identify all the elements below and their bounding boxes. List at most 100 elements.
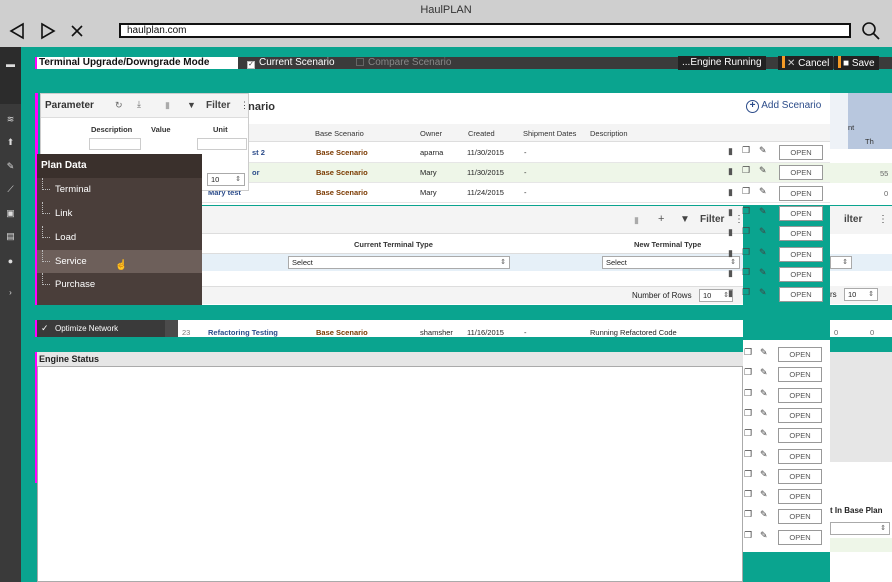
copy-icon[interactable]: ❐ bbox=[744, 347, 752, 358]
filter-button[interactable]: Filter bbox=[206, 100, 230, 111]
download-icon[interactable]: ⤓ bbox=[137, 99, 141, 110]
expand-icon[interactable]: › bbox=[4, 286, 17, 299]
trash-icon[interactable]: ▮ bbox=[728, 288, 733, 299]
edit-icon[interactable]: ✎ bbox=[759, 186, 767, 197]
open-button[interactable]: OPEN bbox=[779, 185, 823, 201]
menu-item-link[interactable]: Link bbox=[37, 202, 202, 225]
page-size-select[interactable]: 10 bbox=[207, 173, 245, 186]
edit-icon[interactable]: ✎ bbox=[759, 247, 767, 258]
menu-item-purchase[interactable]: Purchase bbox=[37, 273, 202, 296]
menu-item-terminal[interactable]: Terminal bbox=[37, 178, 202, 201]
copy-icon[interactable]: ❐ bbox=[742, 206, 750, 217]
open-button[interactable]: OPEN bbox=[778, 448, 822, 464]
open-button[interactable]: OPEN bbox=[779, 226, 823, 242]
copy-icon[interactable]: ❐ bbox=[742, 247, 750, 258]
unit-filter-input[interactable] bbox=[197, 138, 247, 150]
user-icon[interactable]: ● bbox=[4, 254, 17, 267]
menu-item-load[interactable]: Load bbox=[37, 226, 202, 249]
open-button[interactable]: OPEN bbox=[778, 529, 822, 545]
copy-icon[interactable]: ❐ bbox=[742, 186, 750, 197]
edit-icon[interactable]: ✎ bbox=[760, 509, 768, 520]
copy-icon[interactable]: ❐ bbox=[744, 509, 752, 520]
edit-icon[interactable]: ✎ bbox=[760, 347, 768, 358]
copy-icon[interactable]: ❐ bbox=[742, 145, 750, 156]
layers-icon[interactable]: ≋ bbox=[4, 113, 17, 126]
trash-icon[interactable]: ▮ bbox=[728, 227, 733, 238]
trash-icon[interactable]: ▮ bbox=[728, 268, 733, 279]
open-button[interactable]: OPEN bbox=[778, 489, 822, 505]
edit-icon[interactable]: ✎ bbox=[759, 206, 767, 217]
cancel-button[interactable]: ✕ Cancel bbox=[778, 56, 834, 70]
current-terminal-type-select[interactable]: Select bbox=[288, 256, 510, 269]
edit-icon[interactable]: ✎ bbox=[760, 449, 768, 460]
trash-icon[interactable]: ▮ bbox=[728, 248, 733, 259]
copy-icon[interactable]: ❐ bbox=[744, 489, 752, 500]
more-icon[interactable]: ⋮ bbox=[240, 100, 249, 111]
refresh-icon[interactable]: ↻ bbox=[115, 100, 123, 111]
more-icon[interactable]: ⋮ bbox=[878, 214, 888, 225]
trash-icon[interactable]: ▮ bbox=[728, 187, 733, 198]
scenario-name[interactable]: or bbox=[252, 168, 260, 177]
compare-scenario-toggle[interactable]: Compare Scenario bbox=[356, 57, 451, 69]
peek-select[interactable] bbox=[830, 256, 852, 269]
copy-icon[interactable]: ❐ bbox=[744, 530, 752, 541]
image-icon[interactable]: ▣ bbox=[4, 207, 17, 220]
rail-menu-icon[interactable]: ▬ bbox=[4, 57, 17, 70]
url-bar[interactable]: haulplan.com bbox=[119, 23, 851, 38]
new-terminal-type-select[interactable]: Select bbox=[602, 256, 740, 269]
current-scenario-toggle[interactable]: ✓ Current Scenario bbox=[247, 57, 335, 69]
open-button[interactable]: OPEN bbox=[779, 266, 823, 282]
delete-icon[interactable]: ▮ bbox=[634, 215, 639, 226]
open-button[interactable]: OPEN bbox=[779, 287, 823, 303]
edit-icon[interactable]: ✎ bbox=[760, 367, 768, 378]
edit-icon[interactable]: ✎ bbox=[760, 489, 768, 500]
copy-icon[interactable]: ❐ bbox=[742, 165, 750, 176]
filter-icon[interactable]: ▼ bbox=[680, 214, 690, 225]
copy-icon[interactable]: ❐ bbox=[744, 449, 752, 460]
open-button[interactable]: OPEN bbox=[779, 145, 823, 160]
copy-icon[interactable]: ❐ bbox=[742, 267, 750, 278]
peek-rows-select[interactable]: 10 bbox=[844, 288, 878, 301]
chart-icon[interactable]: ⟋ bbox=[4, 183, 17, 196]
copy-icon[interactable]: ❐ bbox=[744, 408, 752, 419]
open-button[interactable]: OPEN bbox=[779, 246, 823, 262]
edit-icon[interactable]: ✎ bbox=[760, 388, 768, 399]
open-button[interactable]: OPEN bbox=[779, 165, 823, 181]
peek-bottom-select[interactable] bbox=[830, 522, 890, 535]
copy-icon[interactable]: ❐ bbox=[744, 388, 752, 399]
edit-icon[interactable]: ✎ bbox=[760, 530, 768, 541]
forward-button[interactable] bbox=[37, 20, 59, 42]
open-button[interactable]: OPEN bbox=[778, 367, 822, 383]
menu-item-service[interactable]: Service ☝ bbox=[37, 250, 202, 273]
upload-icon[interactable]: ⬆ bbox=[4, 136, 17, 149]
engine-status-log[interactable] bbox=[37, 366, 743, 582]
scenario-name[interactable]: st 2 bbox=[252, 148, 265, 157]
copy-icon[interactable]: ❐ bbox=[742, 287, 750, 298]
clipboard-icon[interactable]: ▤ bbox=[4, 230, 17, 243]
open-button[interactable]: OPEN bbox=[778, 509, 822, 525]
open-button[interactable]: OPEN bbox=[778, 387, 822, 403]
edit-icon[interactable]: ✎ bbox=[759, 165, 767, 176]
add-scenario-button[interactable]: + Add Scenario bbox=[746, 100, 821, 113]
edit-icon[interactable]: ✎ bbox=[759, 267, 767, 278]
edit-icon[interactable]: ✎ bbox=[4, 160, 17, 173]
engine-running-button[interactable]: ...Engine Running bbox=[678, 56, 766, 70]
open-button[interactable]: OPEN bbox=[778, 347, 822, 362]
filter-button[interactable]: Filter bbox=[700, 214, 724, 225]
search-button[interactable] bbox=[860, 20, 882, 42]
trash-icon[interactable]: ▮ bbox=[728, 146, 733, 157]
trash-icon[interactable]: ▮ bbox=[728, 166, 733, 177]
add-icon[interactable]: + bbox=[658, 213, 664, 225]
edit-icon[interactable]: ✎ bbox=[759, 287, 767, 298]
open-button[interactable]: OPEN bbox=[778, 407, 822, 423]
scenario-name[interactable]: Refactoring Testing bbox=[208, 328, 278, 337]
edit-icon[interactable]: ✎ bbox=[760, 428, 768, 439]
edit-icon[interactable]: ✎ bbox=[759, 226, 767, 237]
trash-icon[interactable]: ▮ bbox=[728, 207, 733, 218]
open-button[interactable]: OPEN bbox=[778, 428, 822, 444]
edit-icon[interactable]: ✎ bbox=[759, 145, 767, 156]
save-button[interactable]: ■ Save bbox=[834, 56, 879, 70]
copy-icon[interactable]: ❐ bbox=[742, 226, 750, 237]
description-filter-input[interactable] bbox=[89, 138, 141, 150]
back-button[interactable] bbox=[6, 20, 28, 42]
